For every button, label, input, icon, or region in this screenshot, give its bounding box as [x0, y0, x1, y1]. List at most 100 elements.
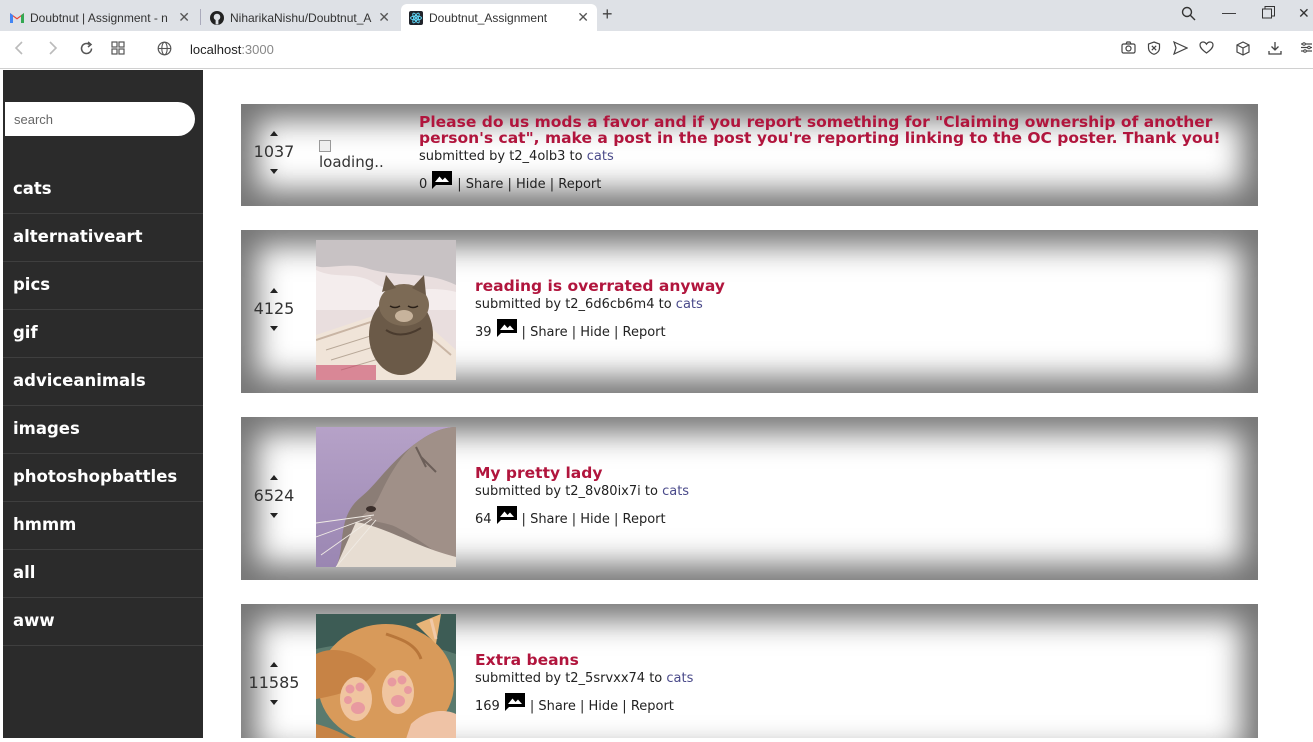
- share-link[interactable]: Share: [530, 512, 568, 527]
- post-card: 6524 My pretty lady submitted by t2_8v80…: [241, 417, 1258, 580]
- forward-icon[interactable]: [48, 41, 58, 59]
- globe-icon[interactable]: [157, 41, 172, 60]
- subreddit-link[interactable]: cats: [666, 671, 693, 686]
- post-title[interactable]: Please do us mods a favor and if you rep…: [419, 114, 1239, 146]
- search-input[interactable]: [5, 102, 195, 136]
- search-tabs-icon[interactable]: [1181, 6, 1196, 24]
- submitted-by-text: submitted by t2_5srvxx74 to: [475, 671, 663, 686]
- downvote-icon[interactable]: [270, 513, 278, 518]
- post-thumbnail[interactable]: [316, 240, 456, 380]
- comment-image-icon[interactable]: [431, 170, 453, 190]
- report-link[interactable]: Report: [623, 325, 666, 340]
- post-title[interactable]: Extra beans: [475, 652, 579, 668]
- subreddit-nav: cats alternativeart pics gif adviceanima…: [3, 166, 203, 646]
- submitted-by-text: submitted by t2_4olb3 to: [419, 149, 583, 164]
- post-thumbnail[interactable]: loading..: [319, 140, 384, 170]
- tab-label: Doubtnut | Assignment - n: [30, 10, 168, 25]
- ad-block-icon[interactable]: [1147, 41, 1161, 60]
- report-link[interactable]: Report: [631, 699, 674, 714]
- hide-link[interactable]: Hide: [516, 177, 546, 192]
- sidebar-item-aww[interactable]: aww: [3, 598, 203, 646]
- heart-icon[interactable]: [1199, 41, 1214, 59]
- send-icon[interactable]: [1172, 40, 1189, 60]
- downvote-icon[interactable]: [270, 700, 278, 705]
- post-score: 11585: [248, 673, 300, 692]
- kitten-paws-photo: [316, 614, 456, 738]
- close-window-icon[interactable]: ✕: [1298, 5, 1310, 22]
- subreddit-link[interactable]: cats: [587, 149, 614, 164]
- post-title[interactable]: My pretty lady: [475, 465, 602, 481]
- comment-image-icon[interactable]: [504, 692, 526, 712]
- hide-link[interactable]: Hide: [580, 512, 610, 527]
- post-submitted-by: submitted by t2_5srvxx74 to cats: [475, 671, 693, 686]
- sidebar-item-all[interactable]: all: [3, 550, 203, 598]
- reload-icon[interactable]: [79, 41, 94, 60]
- report-link[interactable]: Report: [558, 177, 601, 192]
- upvote-icon[interactable]: [270, 475, 278, 480]
- post-thumbnail[interactable]: [316, 614, 456, 738]
- upvote-icon[interactable]: [270, 288, 278, 293]
- github-icon: [210, 10, 224, 25]
- upvote-icon[interactable]: [270, 131, 278, 136]
- subreddit-link[interactable]: cats: [662, 484, 689, 499]
- browser-tab-bar: Doubtnut | Assignment - n ✕ NiharikaNish…: [0, 0, 1313, 31]
- comment-image-icon[interactable]: [496, 318, 518, 338]
- tab-doubtnut-assignment[interactable]: Doubtnut_Assignment ✕: [401, 4, 597, 31]
- post-card: 1037 loading.. Please do us mods a favor…: [241, 104, 1258, 206]
- downvote-icon[interactable]: [270, 326, 278, 331]
- share-link[interactable]: Share: [530, 325, 568, 340]
- easy-setup-icon[interactable]: [1300, 41, 1313, 59]
- cat-reading-photo: [316, 240, 456, 380]
- post-submitted-by: submitted by t2_6d6cb6m4 to cats: [475, 297, 703, 312]
- sidebar-item-alternativeart[interactable]: alternativeart: [3, 214, 203, 262]
- address-bar: localhost:3000: [0, 31, 1313, 69]
- download-icon[interactable]: [1268, 41, 1282, 60]
- sidebar-item-adviceanimals[interactable]: adviceanimals: [3, 358, 203, 406]
- tab-label: NiharikaNishu/Doubtnut_A: [230, 10, 372, 25]
- url-field[interactable]: localhost:3000: [190, 42, 274, 57]
- post-actions: 169 | Share | Hide | Report: [475, 692, 674, 714]
- tab-label: Doubtnut_Assignment: [429, 10, 548, 25]
- tab-gmail[interactable]: Doubtnut | Assignment - n ✕: [2, 4, 198, 31]
- post-submitted-by: submitted by t2_4olb3 to cats: [419, 149, 614, 164]
- minimize-icon[interactable]: —: [1222, 4, 1236, 20]
- cat-profile-photo: [316, 427, 456, 567]
- tab-close-icon[interactable]: ✕: [577, 9, 589, 26]
- hide-link[interactable]: Hide: [580, 325, 610, 340]
- upvote-icon[interactable]: [270, 662, 278, 667]
- comment-image-icon[interactable]: [496, 505, 518, 525]
- tab-github[interactable]: NiharikaNishu/Doubtnut_A ✕: [202, 4, 398, 31]
- comment-count: 39: [475, 325, 492, 340]
- sidebar-item-photoshopbattles[interactable]: photoshopbattles: [3, 454, 203, 502]
- broken-image-icon: [319, 140, 331, 152]
- back-icon[interactable]: [14, 41, 24, 59]
- sidebar-item-images[interactable]: images: [3, 406, 203, 454]
- maximize-icon[interactable]: [1262, 6, 1275, 22]
- tab-close-icon[interactable]: ✕: [178, 9, 190, 26]
- url-port: :3000: [241, 42, 274, 57]
- post-score: 1037: [253, 142, 295, 161]
- extensions-cube-icon[interactable]: [1236, 41, 1250, 61]
- post-title[interactable]: reading is overrated anyway: [475, 278, 725, 294]
- subreddit-link[interactable]: cats: [676, 297, 703, 312]
- url-host: localhost: [190, 42, 242, 57]
- sidebar-item-pics[interactable]: pics: [3, 262, 203, 310]
- new-tab-icon[interactable]: +: [602, 4, 613, 25]
- submitted-by-text: submitted by t2_8v80ix7i to: [475, 484, 658, 499]
- tab-close-icon[interactable]: ✕: [378, 9, 390, 26]
- sidebar-item-gif[interactable]: gif: [3, 310, 203, 358]
- share-link[interactable]: Share: [538, 699, 576, 714]
- sidebar-item-hmmm[interactable]: hmmm: [3, 502, 203, 550]
- report-link[interactable]: Report: [623, 512, 666, 527]
- speed-dial-icon[interactable]: [111, 41, 125, 59]
- hide-link[interactable]: Hide: [589, 699, 619, 714]
- comment-count: 0: [419, 177, 428, 192]
- camera-icon[interactable]: [1121, 41, 1136, 59]
- post-thumbnail[interactable]: [316, 427, 456, 567]
- downvote-icon[interactable]: [270, 169, 278, 174]
- sidebar-item-cats[interactable]: cats: [3, 166, 203, 214]
- post-card: 4125 reading is overrated anyway submitt…: [241, 230, 1258, 393]
- post-actions: 0 | Share | Hide | Report: [419, 170, 601, 192]
- post-submitted-by: submitted by t2_8v80ix7i to cats: [475, 484, 689, 499]
- share-link[interactable]: Share: [466, 177, 504, 192]
